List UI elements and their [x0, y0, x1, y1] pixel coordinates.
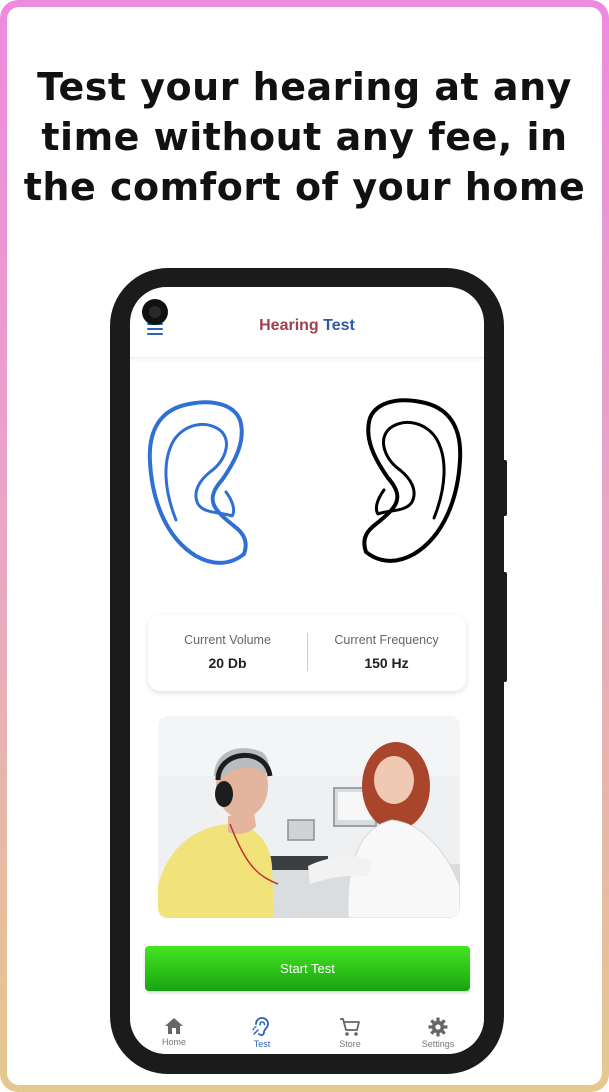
nav-settings[interactable]: Settings [394, 1017, 482, 1049]
promo-headline: Test your hearing at any time without an… [20, 62, 589, 212]
headline-line-2: time without any fee, in [41, 115, 568, 159]
nav-store[interactable]: Store [306, 1017, 394, 1049]
app-title-part-1: Hearing [259, 317, 319, 334]
nav-home-label: Home [161, 1037, 186, 1047]
volume-label: Current Volume [184, 633, 271, 647]
nav-settings-label: Settings [421, 1039, 455, 1049]
hearing-icon [252, 1017, 269, 1036]
phone-side-button-upper [502, 460, 507, 516]
phone-side-button-lower [502, 572, 507, 682]
frequency-value: 150 Hz [364, 655, 409, 671]
phone-mockup: Hearing Test Current Volume 20 Db Curren… [110, 268, 507, 1074]
volume-value: 20 Db [208, 655, 247, 671]
left-ear-icon [147, 400, 248, 565]
stats-card: Current Volume 20 Db Current Frequency 1… [148, 615, 466, 691]
frequency-label: Current Frequency [334, 633, 439, 647]
nav-store-label: Store [339, 1039, 361, 1049]
app-title: Hearing Test [130, 317, 484, 335]
gear-icon [428, 1017, 448, 1037]
start-test-button[interactable]: Start Test [145, 946, 470, 991]
nav-home[interactable]: Home [130, 1017, 218, 1047]
headline-line-1: Test your hearing at any [37, 65, 572, 109]
nav-test[interactable]: Test [218, 1017, 306, 1049]
home-icon [165, 1018, 183, 1034]
volume-stat: Current Volume 20 Db [148, 615, 307, 691]
audiologist-photo [158, 716, 460, 918]
app-bar: Hearing Test [130, 287, 484, 358]
headline-line-3: the comfort of your home [23, 165, 586, 209]
phone-screen: Hearing Test Current Volume 20 Db Curren… [130, 287, 484, 1054]
front-camera [142, 299, 168, 325]
nav-test-label: Test [253, 1039, 271, 1049]
bottom-navigation: Home Test Store Settings [130, 1007, 484, 1054]
app-title-part-2: Test [323, 317, 355, 334]
right-ear-icon [362, 398, 463, 563]
cart-icon [340, 1018, 360, 1036]
frequency-stat: Current Frequency 150 Hz [307, 615, 466, 691]
